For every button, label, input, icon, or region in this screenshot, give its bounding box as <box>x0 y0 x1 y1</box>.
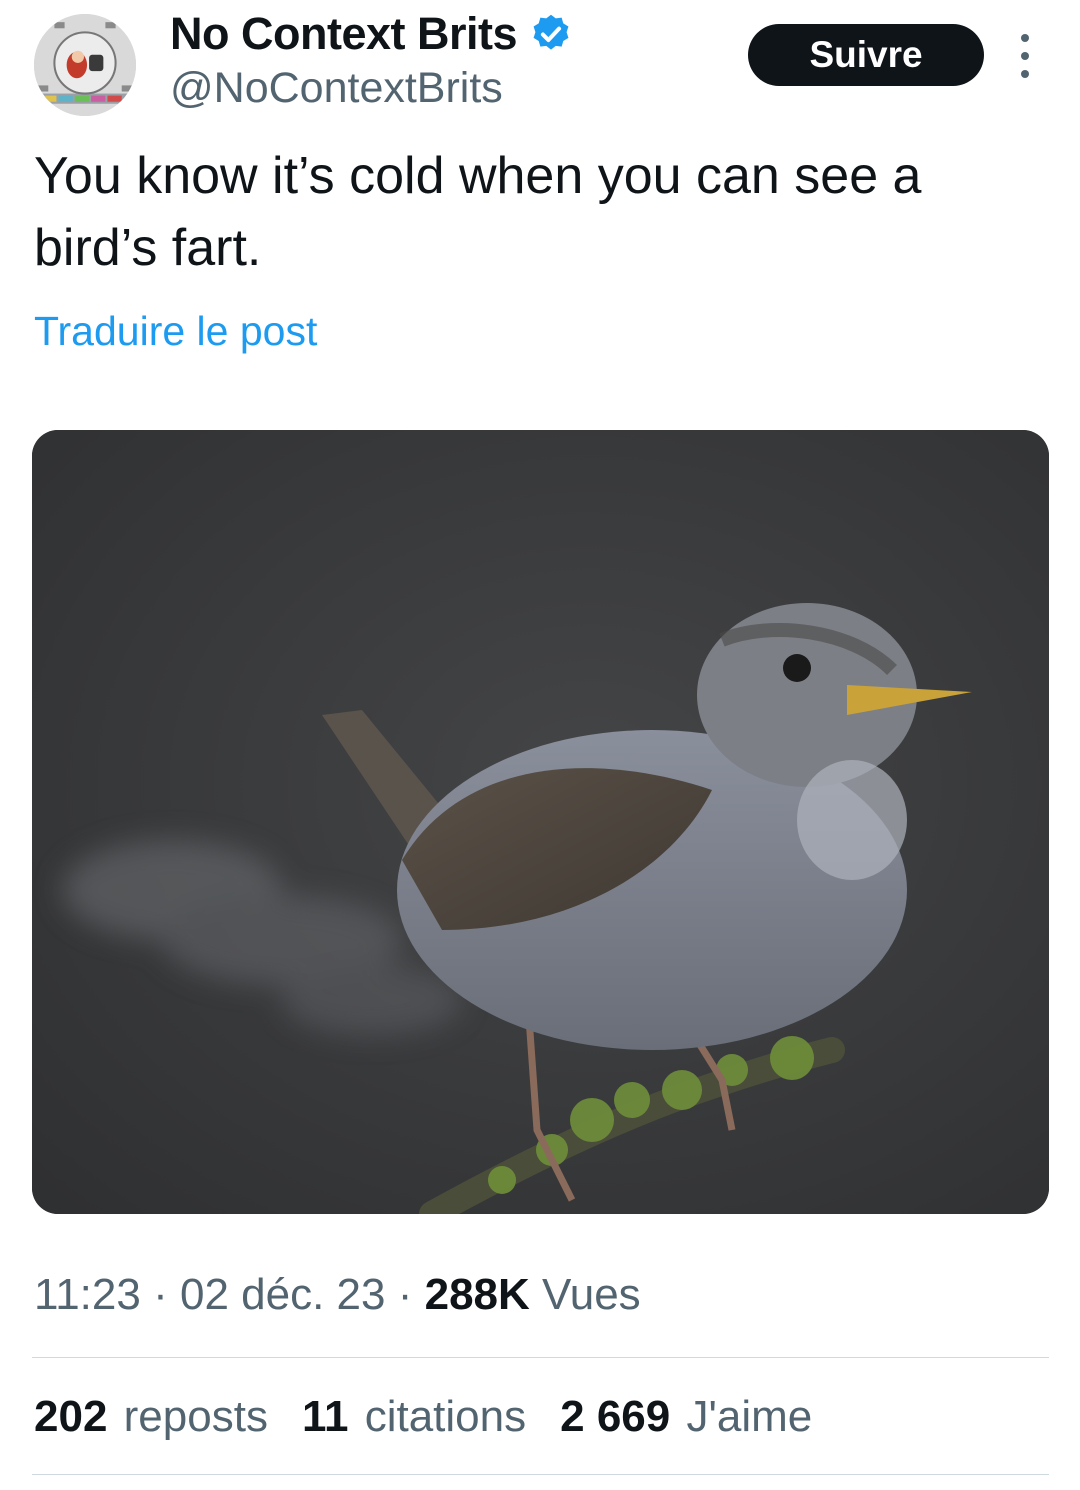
meta-separator: · <box>153 1270 168 1319</box>
likes-count: 2 669 <box>560 1392 671 1441</box>
translate-post-link[interactable]: Traduire le post <box>34 308 317 355</box>
post-date[interactable]: 02 déc. 23 <box>180 1270 386 1319</box>
engagement-stats: 202 reposts 11 citations 2 669 J'aime <box>34 1392 812 1442</box>
quotes-label: citations <box>364 1392 527 1441</box>
verified-badge-icon <box>533 14 569 50</box>
quotes-stat[interactable]: 11 citations <box>302 1392 526 1442</box>
post-text: You know it’s cold when you can see a bi… <box>34 147 922 277</box>
post-meta: 11:23 · 02 déc. 23 · 288K Vues <box>34 1270 641 1320</box>
reposts-label: reposts <box>123 1392 268 1441</box>
views-label: Vues <box>542 1270 641 1319</box>
follow-button[interactable]: Suivre <box>748 24 984 86</box>
more-dot <box>1021 34 1029 42</box>
author-display-name[interactable]: No Context Brits <box>170 8 518 60</box>
likes-stat[interactable]: 2 669 J'aime <box>560 1392 812 1442</box>
wren-photo <box>32 430 1049 1214</box>
post-header: No Context Brits @NoContextBrits Suivre <box>0 0 1080 120</box>
more-vertical-icon[interactable] <box>1010 34 1040 78</box>
reposts-stat[interactable]: 202 reposts <box>34 1392 268 1442</box>
divider <box>32 1357 1049 1358</box>
more-dot <box>1021 70 1029 78</box>
author-handle[interactable]: @NoContextBrits <box>170 64 503 113</box>
divider <box>32 1474 1049 1475</box>
post-time[interactable]: 11:23 <box>34 1270 141 1319</box>
author-name-row[interactable]: No Context Brits <box>170 8 573 60</box>
likes-label: J'aime <box>686 1392 813 1441</box>
more-dot <box>1021 52 1029 60</box>
views-count: 288K <box>424 1270 530 1319</box>
meta-separator: · <box>397 1270 413 1319</box>
quotes-count: 11 <box>301 1392 349 1441</box>
avatar[interactable] <box>34 14 136 116</box>
reposts-count: 202 <box>34 1392 108 1441</box>
avatar-image <box>34 14 136 116</box>
post-media[interactable] <box>32 430 1049 1214</box>
